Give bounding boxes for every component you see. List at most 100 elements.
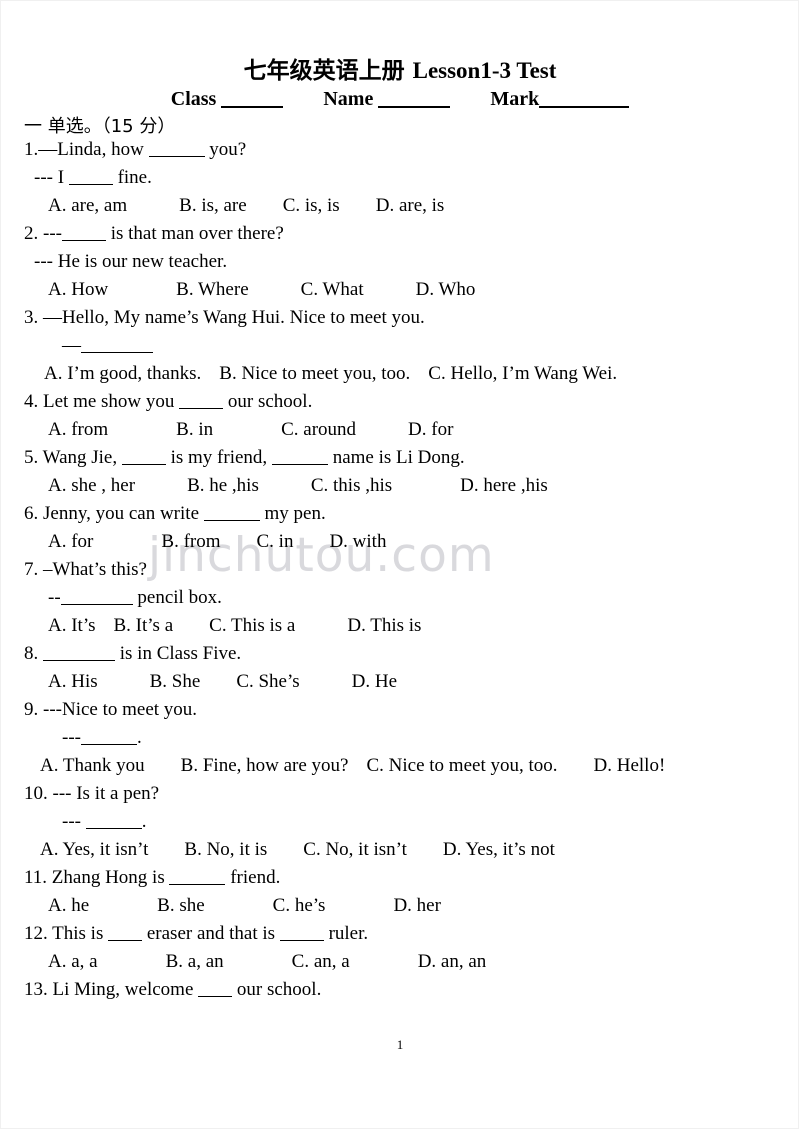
q5-option-b[interactable]: B. he ,his [187, 472, 259, 500]
class-field: Class [171, 88, 284, 111]
q6-option-c[interactable]: C. in [257, 528, 294, 556]
question-2-sub: --- He is our new teacher. [0, 248, 800, 276]
q4-blank-1[interactable] [179, 408, 224, 410]
q7-blank-1[interactable] [60, 604, 133, 606]
q12-blank-1[interactable] [108, 940, 143, 942]
q12-blank-2[interactable] [279, 940, 324, 942]
q1-sub-part2: fine. [117, 167, 152, 189]
class-blank[interactable] [221, 106, 284, 109]
q10-option-a[interactable]: A. Yes, it isn’t [40, 836, 148, 864]
q2-option-a[interactable]: A. How [48, 276, 108, 304]
q7-option-c[interactable]: C. This is a [209, 612, 295, 640]
q4-stem-part1: 4. Let me show you [24, 391, 175, 413]
q9-blank-1[interactable] [80, 744, 137, 746]
q12-stem-part2: eraser and that is [146, 923, 276, 945]
q3-option-b[interactable]: B. Nice to meet you, too. [219, 360, 410, 388]
q5-blank-1[interactable] [121, 464, 166, 466]
question-10-options: A. Yes, it isn’t B. No, it is C. No, it is… [0, 836, 800, 864]
question-2-options: A. How B. Where C. What D. Who [0, 276, 800, 304]
q6-stem-part1: 6. Jenny, you can write [24, 503, 199, 525]
q12-stem-part1: 12. This is [24, 923, 104, 945]
q6-option-b[interactable]: B. from [161, 528, 220, 556]
q9-option-c[interactable]: C. Nice to meet you, too. [366, 752, 557, 780]
q6-option-d[interactable]: D. with [329, 528, 386, 556]
q3-option-a[interactable]: A. I’m good, thanks. [44, 360, 201, 388]
q8-option-c[interactable]: C. She’s [236, 668, 299, 696]
q1-blank-1[interactable] [148, 156, 205, 158]
name-blank[interactable] [378, 106, 451, 109]
q1-blank-2[interactable] [68, 184, 113, 186]
mark-blank[interactable] [539, 106, 630, 109]
q9-option-a[interactable]: A. Thank you [40, 752, 145, 780]
q12-option-a[interactable]: A. a, a [48, 948, 98, 976]
q2-blank-1[interactable] [61, 240, 106, 242]
q10-period: . [141, 811, 147, 833]
question-12-options: A. a, a B. a, an C. an, a D. an, an [0, 948, 800, 976]
question-10-sub: --- . [0, 808, 800, 836]
q12-option-c[interactable]: C. an, a [292, 948, 350, 976]
q10-option-b[interactable]: B. No, it is [184, 836, 267, 864]
q11-option-b[interactable]: B. she [157, 892, 205, 920]
q5-blank-2[interactable] [271, 464, 328, 466]
q8-blank-1[interactable] [43, 660, 115, 662]
q6-blank-1[interactable] [203, 520, 260, 522]
q1-option-a[interactable]: A. are, am [48, 192, 127, 220]
q12-option-d[interactable]: D. an, an [418, 948, 487, 976]
q8-option-d[interactable]: D. He [352, 668, 397, 696]
q8-option-b[interactable]: B. She [150, 668, 201, 696]
question-1-options: A. are, am B. is, are C. is, is D. are, is [0, 192, 800, 220]
q3-option-c[interactable]: C. Hello, I’m Wang Wei. [428, 360, 617, 388]
q12-option-b[interactable]: B. a, an [166, 948, 224, 976]
title-english: Lesson1-3 Test [412, 58, 557, 83]
question-11-options: A. he B. she C. he’s D. her [0, 892, 800, 920]
q5-stem-part1: 5. Wang Jie, [24, 447, 118, 469]
q11-blank-1[interactable] [169, 884, 226, 886]
q5-option-d[interactable]: D. here ,his [460, 472, 548, 500]
q4-option-a[interactable]: A. from [48, 416, 108, 444]
q13-stem-part2: our school. [236, 979, 322, 1001]
q2-stem-part2: is that man over there? [110, 223, 284, 245]
class-label: Class [170, 88, 217, 111]
q11-option-a[interactable]: A. he [48, 892, 89, 920]
q10-option-d[interactable]: D. Yes, it’s not [443, 836, 555, 864]
q7-option-b[interactable]: B. It’s a [114, 612, 174, 640]
q13-blank-1[interactable] [198, 996, 233, 998]
question-2-stem: 2. --- is that man over there? [0, 220, 800, 248]
q1-option-c[interactable]: C. is, is [283, 192, 340, 220]
q7-option-a[interactable]: A. It’s [48, 612, 96, 640]
q11-option-d[interactable]: D. her [393, 892, 440, 920]
q1-option-b[interactable]: B. is, are [179, 192, 247, 220]
question-9-options: A. Thank you B. Fine, how are you? C. Nice… [0, 752, 800, 780]
q2-option-c[interactable]: C. What [301, 276, 364, 304]
question-3-sub: — [0, 332, 800, 360]
q9-option-b[interactable]: B. Fine, how are you? [181, 752, 349, 780]
q7-sub-part2: pencil box. [137, 587, 222, 609]
question-11-stem: 11. Zhang Hong is friend. [0, 864, 800, 892]
q5-option-a[interactable]: A. she , her [48, 472, 135, 500]
q9-option-d[interactable]: D. Hello! [594, 752, 666, 780]
name-label: Name [323, 88, 374, 111]
q2-option-d[interactable]: D. Who [416, 276, 476, 304]
section-heading: 一 单选。（15 分） [0, 117, 800, 136]
q1-option-d[interactable]: D. are, is [376, 192, 445, 220]
q3-blank-1[interactable] [81, 352, 153, 354]
q8-option-a[interactable]: A. His [48, 668, 98, 696]
q9-stem: 9. ---Nice to meet you. [24, 699, 198, 721]
q2-stem-part1: 2. --- [24, 223, 62, 245]
q11-stem-part1: 11. Zhang Hong is [24, 867, 165, 889]
q7-stem: 7. –What’s this? [24, 559, 147, 581]
question-7-stem: 7. –What’s this? [0, 556, 800, 584]
title-chinese: 七年级英语上册 [243, 58, 413, 84]
question-10-stem: 10. --- Is it a pen? [0, 780, 800, 808]
q4-option-c[interactable]: C. around [281, 416, 356, 444]
q5-option-c[interactable]: C. this ,his [311, 472, 392, 500]
q10-blank-1[interactable] [85, 828, 142, 830]
q4-option-b[interactable]: B. in [176, 416, 213, 444]
q2-option-b[interactable]: B. Where [176, 276, 248, 304]
q6-option-a[interactable]: A. for [48, 528, 93, 556]
question-1-stem: 1.—Linda, how you? [0, 136, 800, 164]
q7-option-d[interactable]: D. This is [347, 612, 421, 640]
q10-option-c[interactable]: C. No, it isn’t [303, 836, 407, 864]
q4-option-d[interactable]: D. for [408, 416, 453, 444]
q11-option-c[interactable]: C. he’s [273, 892, 326, 920]
